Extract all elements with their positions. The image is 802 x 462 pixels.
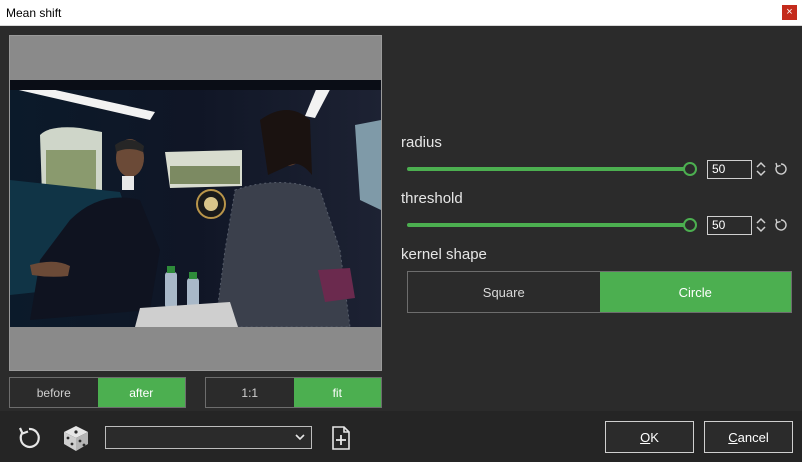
before-button[interactable]: before [10, 378, 98, 407]
square-option[interactable]: Square [408, 272, 600, 312]
ok-label-rest: K [650, 429, 659, 445]
radius-slider-track[interactable] [407, 167, 687, 171]
close-button[interactable]: × [782, 5, 797, 20]
zoom-toggle: 1:1 fit [205, 377, 382, 408]
dice-icon[interactable] [62, 424, 90, 452]
kernel-shape-toggle: Square Circle [407, 271, 792, 313]
close-icon: × [786, 6, 793, 18]
cancel-label-rest: ancel [737, 429, 769, 445]
after-button[interactable]: after [97, 378, 185, 407]
ok-button[interactable]: OK [605, 421, 694, 453]
threshold-slider-track[interactable] [407, 223, 687, 227]
chevron-down-icon [295, 434, 305, 441]
zoom-1-1-button[interactable]: 1:1 [206, 378, 294, 407]
kernel-shape-label: kernel shape [401, 246, 487, 263]
zoom-fit-button[interactable]: fit [293, 378, 381, 407]
before-after-toggle: before after [9, 377, 186, 408]
circle-option[interactable]: Circle [599, 272, 791, 312]
preset-dropdown[interactable] [105, 426, 312, 449]
title-bar: Mean shift × [0, 0, 802, 26]
threshold-label: threshold [401, 190, 463, 207]
window-title: Mean shift [6, 6, 62, 20]
radius-input[interactable]: 50 [707, 160, 752, 179]
cancel-button[interactable]: Cancel [704, 421, 793, 453]
radius-slider-thumb[interactable] [683, 162, 697, 176]
radius-label: radius [401, 134, 442, 151]
ok-mnemonic: O [640, 429, 651, 445]
spin-arrows-icon[interactable] [756, 217, 766, 233]
preview-image [10, 80, 381, 327]
preview-area[interactable] [9, 35, 382, 371]
reset-small-icon[interactable] [774, 162, 788, 176]
new-file-icon[interactable] [331, 426, 351, 450]
reset-small-icon[interactable] [774, 218, 788, 232]
reset-icon[interactable] [16, 425, 42, 451]
cancel-mnemonic: C [728, 429, 738, 445]
spin-arrows-icon[interactable] [756, 161, 766, 177]
threshold-input[interactable]: 50 [707, 216, 752, 235]
threshold-slider-thumb[interactable] [683, 218, 697, 232]
